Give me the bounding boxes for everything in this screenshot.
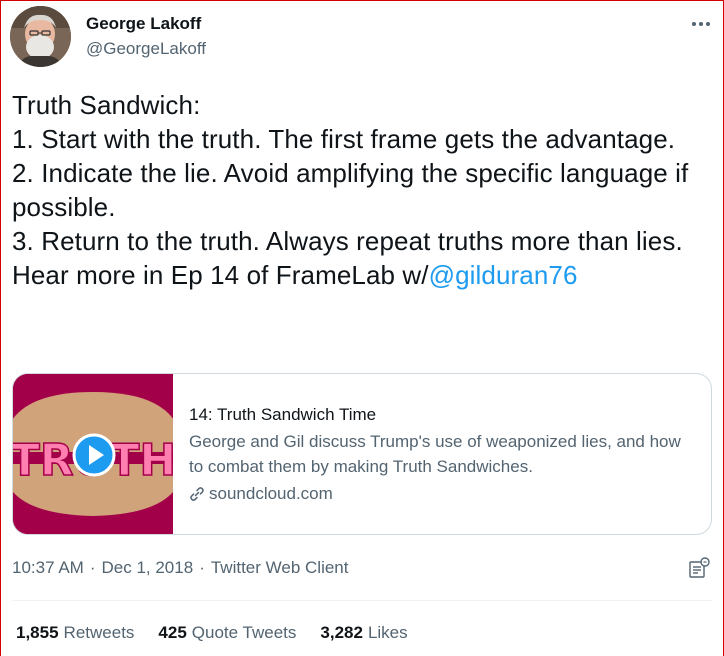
more-horizontal-icon bbox=[692, 22, 710, 26]
avatar-image bbox=[10, 6, 71, 67]
card-domain-text: soundcloud.com bbox=[209, 484, 333, 503]
card-text: 14: Truth Sandwich Time George and Gil d… bbox=[189, 404, 699, 505]
quote-tweets-count: 425 bbox=[158, 623, 187, 642]
card-title: 14: Truth Sandwich Time bbox=[189, 405, 377, 424]
divider bbox=[12, 600, 712, 601]
more-options-button[interactable] bbox=[684, 12, 718, 36]
card-description: George and Gil discuss Trump's use of we… bbox=[189, 432, 681, 476]
author-handle[interactable]: @GeorgeLakoff bbox=[86, 39, 206, 59]
retweets-stat[interactable]: 1,855 Retweets bbox=[16, 623, 134, 643]
link-card[interactable]: TRUTH 14: Truth Sandwich Time George and… bbox=[12, 373, 712, 535]
tweet-client[interactable]: Twitter Web Client bbox=[211, 558, 349, 578]
card-thumbnail: TRUTH bbox=[13, 374, 173, 534]
quote-tweets-label: Quote Tweets bbox=[191, 623, 297, 642]
author-name[interactable]: George Lakoff bbox=[86, 14, 201, 34]
likes-count: 3,282 bbox=[320, 623, 363, 642]
mention-link[interactable]: @gilduran76 bbox=[429, 260, 578, 290]
play-icon[interactable] bbox=[72, 433, 116, 477]
meta-separator: · bbox=[199, 558, 205, 577]
tweet-time[interactable]: 10:37 AM bbox=[12, 558, 84, 578]
likes-stat[interactable]: 3,282 Likes bbox=[320, 623, 407, 643]
avatar[interactable] bbox=[10, 6, 71, 67]
likes-label: Likes bbox=[367, 623, 408, 642]
tweet-body: Truth Sandwich: 1. Start with the truth.… bbox=[12, 90, 689, 290]
analytics-button[interactable] bbox=[686, 556, 712, 582]
retweets-count: 1,855 bbox=[16, 623, 59, 642]
tweet-text: Truth Sandwich: 1. Start with the truth.… bbox=[12, 88, 712, 292]
quote-tweets-stat[interactable]: 425 Quote Tweets bbox=[158, 623, 296, 643]
engagement-stats: 1,855 Retweets 425 Quote Tweets 3,282 Li… bbox=[16, 623, 432, 643]
tweet-meta: 10:37 AM · Dec 1, 2018 · Twitter Web Cli… bbox=[12, 558, 348, 578]
meta-separator: · bbox=[89, 558, 96, 577]
retweets-label: Retweets bbox=[63, 623, 135, 642]
card-domain: soundcloud.com bbox=[189, 483, 699, 505]
tweet-date[interactable]: Dec 1, 2018 bbox=[102, 558, 194, 578]
analytics-icon bbox=[689, 557, 710, 578]
link-icon bbox=[190, 487, 204, 501]
